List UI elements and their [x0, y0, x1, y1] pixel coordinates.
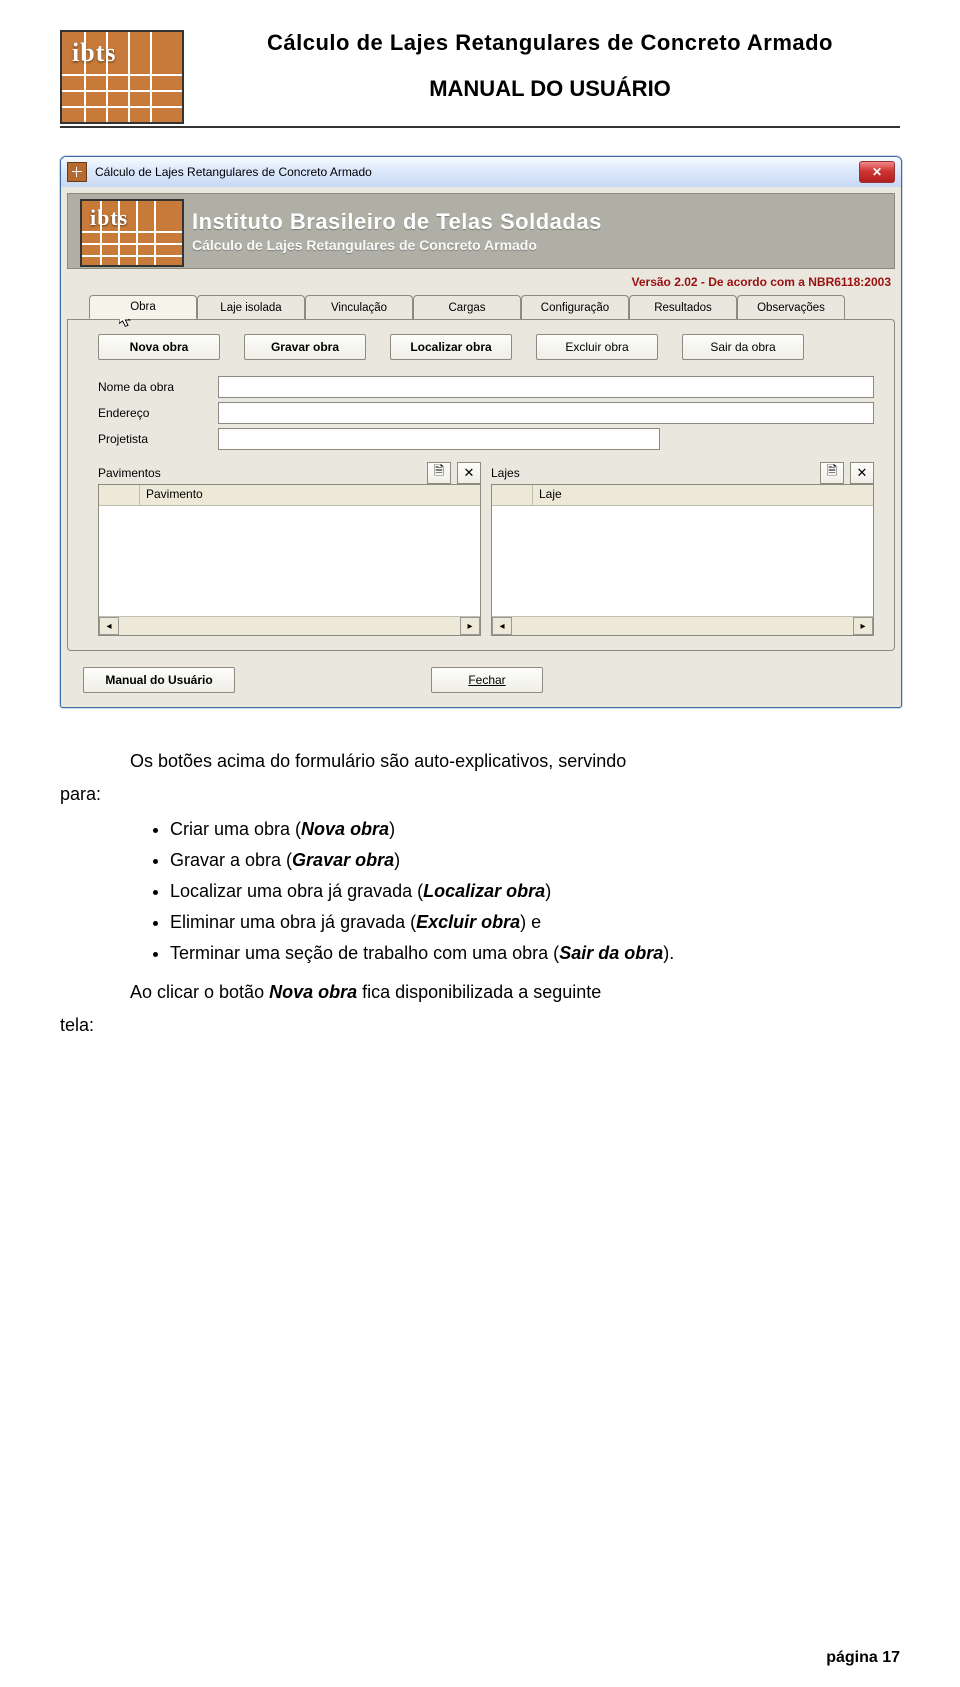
scroll-right-icon[interactable]: ▸	[853, 617, 873, 635]
pavimentos-list[interactable]: Pavimento ◂ ▸	[98, 484, 481, 636]
banner-logo-text: ibts	[90, 205, 128, 231]
laje-new-button[interactable]: 🗎	[820, 462, 844, 484]
page-title: Cálculo de Lajes Retangulares de Concret…	[200, 30, 900, 56]
endereco-label: Endereço	[98, 406, 218, 420]
lists-row: Pavimentos 🗎 ✕ Pavimento ◂	[98, 462, 874, 636]
body-text: Os botões acima do formulário são auto-e…	[60, 748, 900, 1039]
banner-line2: Cálculo de Lajes Retangulares de Concret…	[192, 237, 602, 253]
app-window-screenshot: Cálculo de Lajes Retangulares de Concret…	[60, 156, 900, 708]
excluir-obra-button[interactable]: Excluir obra	[536, 334, 658, 360]
intro-line2: para:	[60, 784, 101, 804]
pavimento-new-button[interactable]: 🗎	[427, 462, 451, 484]
new-doc-icon: 🗎	[827, 462, 837, 484]
pavimento-delete-button[interactable]: ✕	[457, 462, 481, 484]
lajes-scrollbar[interactable]: ◂ ▸	[492, 616, 873, 635]
bullet-5: Terminar uma seção de trabalho com uma o…	[170, 940, 900, 967]
page-subtitle: MANUAL DO USUÁRIO	[200, 76, 900, 102]
laje-delete-button[interactable]: ✕	[850, 462, 874, 484]
pavimento-column-header: Pavimento	[140, 485, 480, 505]
tab-cargas[interactable]: Cargas	[413, 295, 521, 319]
nome-da-obra-input[interactable]	[218, 376, 874, 398]
window-footer: Manual do Usuário Fechar	[61, 651, 901, 707]
bullet-3: Localizar uma obra já gravada (Localizar…	[170, 878, 900, 905]
banner-ibts-logo: ibts	[80, 199, 180, 263]
banner-line1: Instituto Brasileiro de Telas Soldadas	[192, 209, 602, 235]
bullet-4: Eliminar uma obra já gravada (Excluir ob…	[170, 909, 900, 936]
tab-laje-isolada[interactable]: Laje isolada	[197, 295, 305, 319]
nova-obra-button[interactable]: Nova obra	[98, 334, 220, 360]
pavimentos-scrollbar[interactable]: ◂ ▸	[99, 616, 480, 635]
tab-vinculacao[interactable]: Vinculação	[305, 295, 413, 319]
ibts-logo: ibts	[60, 30, 180, 120]
intro-line1: Os botões acima do formulário são auto-e…	[130, 751, 626, 771]
obra-fields: Nome da obra Endereço Projetista	[98, 374, 874, 452]
tab-configuracao[interactable]: Configuração	[521, 295, 629, 319]
header-divider	[60, 126, 900, 128]
bullet-1: Criar uma obra (Nova obra)	[170, 816, 900, 843]
nome-da-obra-label: Nome da obra	[98, 380, 218, 394]
tab-panel-obra: Nova obra Gravar obra Localizar obra Exc…	[67, 319, 895, 651]
endereco-input[interactable]	[218, 402, 874, 424]
window-title: Cálculo de Lajes Retangulares de Concret…	[95, 165, 372, 179]
close-icon: ✕	[872, 165, 882, 179]
scroll-left-icon[interactable]: ◂	[99, 617, 119, 635]
tab-resultados[interactable]: Resultados	[629, 295, 737, 319]
document-header: ibts Cálculo de Lajes Retangulares de Co…	[60, 30, 900, 120]
delete-icon: ✕	[464, 465, 475, 481]
sair-da-obra-button[interactable]: Sair da obra	[682, 334, 804, 360]
bullet-list: Criar uma obra (Nova obra) Gravar a obra…	[60, 816, 900, 967]
gravar-obra-button[interactable]: Gravar obra	[244, 334, 366, 360]
obra-actions-row: Nova obra Gravar obra Localizar obra Exc…	[76, 328, 886, 374]
new-doc-icon: 🗎	[434, 462, 444, 484]
manual-do-usuario-button[interactable]: Manual do Usuário	[83, 667, 235, 693]
lajes-label: Lajes	[491, 466, 814, 480]
scroll-right-icon[interactable]: ▸	[460, 617, 480, 635]
projetista-label: Projetista	[98, 432, 218, 446]
localizar-obra-button[interactable]: Localizar obra	[390, 334, 512, 360]
laje-column-header: Laje	[533, 485, 873, 505]
tab-observacoes[interactable]: Observações	[737, 295, 845, 319]
window-titlebar: Cálculo de Lajes Retangulares de Concret…	[61, 157, 901, 187]
fechar-button[interactable]: Fechar	[431, 667, 543, 693]
projetista-input[interactable]	[218, 428, 660, 450]
tab-bar: Obra Laje isolada Vinculação Cargas Conf…	[89, 295, 895, 319]
lajes-list[interactable]: Laje ◂ ▸	[491, 484, 874, 636]
page-number: página 17	[826, 1649, 900, 1667]
tab-obra[interactable]: Obra	[89, 295, 197, 319]
app-banner: ibts Instituto Brasileiro de Telas Solda…	[67, 193, 895, 269]
delete-icon: ✕	[857, 465, 868, 481]
close-button[interactable]: ✕	[859, 161, 895, 183]
scroll-left-icon[interactable]: ◂	[492, 617, 512, 635]
logo-text: ibts	[72, 38, 116, 68]
pavimentos-label: Pavimentos	[98, 466, 421, 480]
version-text: Versão 2.02 - De acordo com a NBR6118:20…	[61, 269, 901, 289]
app-icon	[67, 162, 87, 182]
bullet-2: Gravar a obra (Gravar obra)	[170, 847, 900, 874]
